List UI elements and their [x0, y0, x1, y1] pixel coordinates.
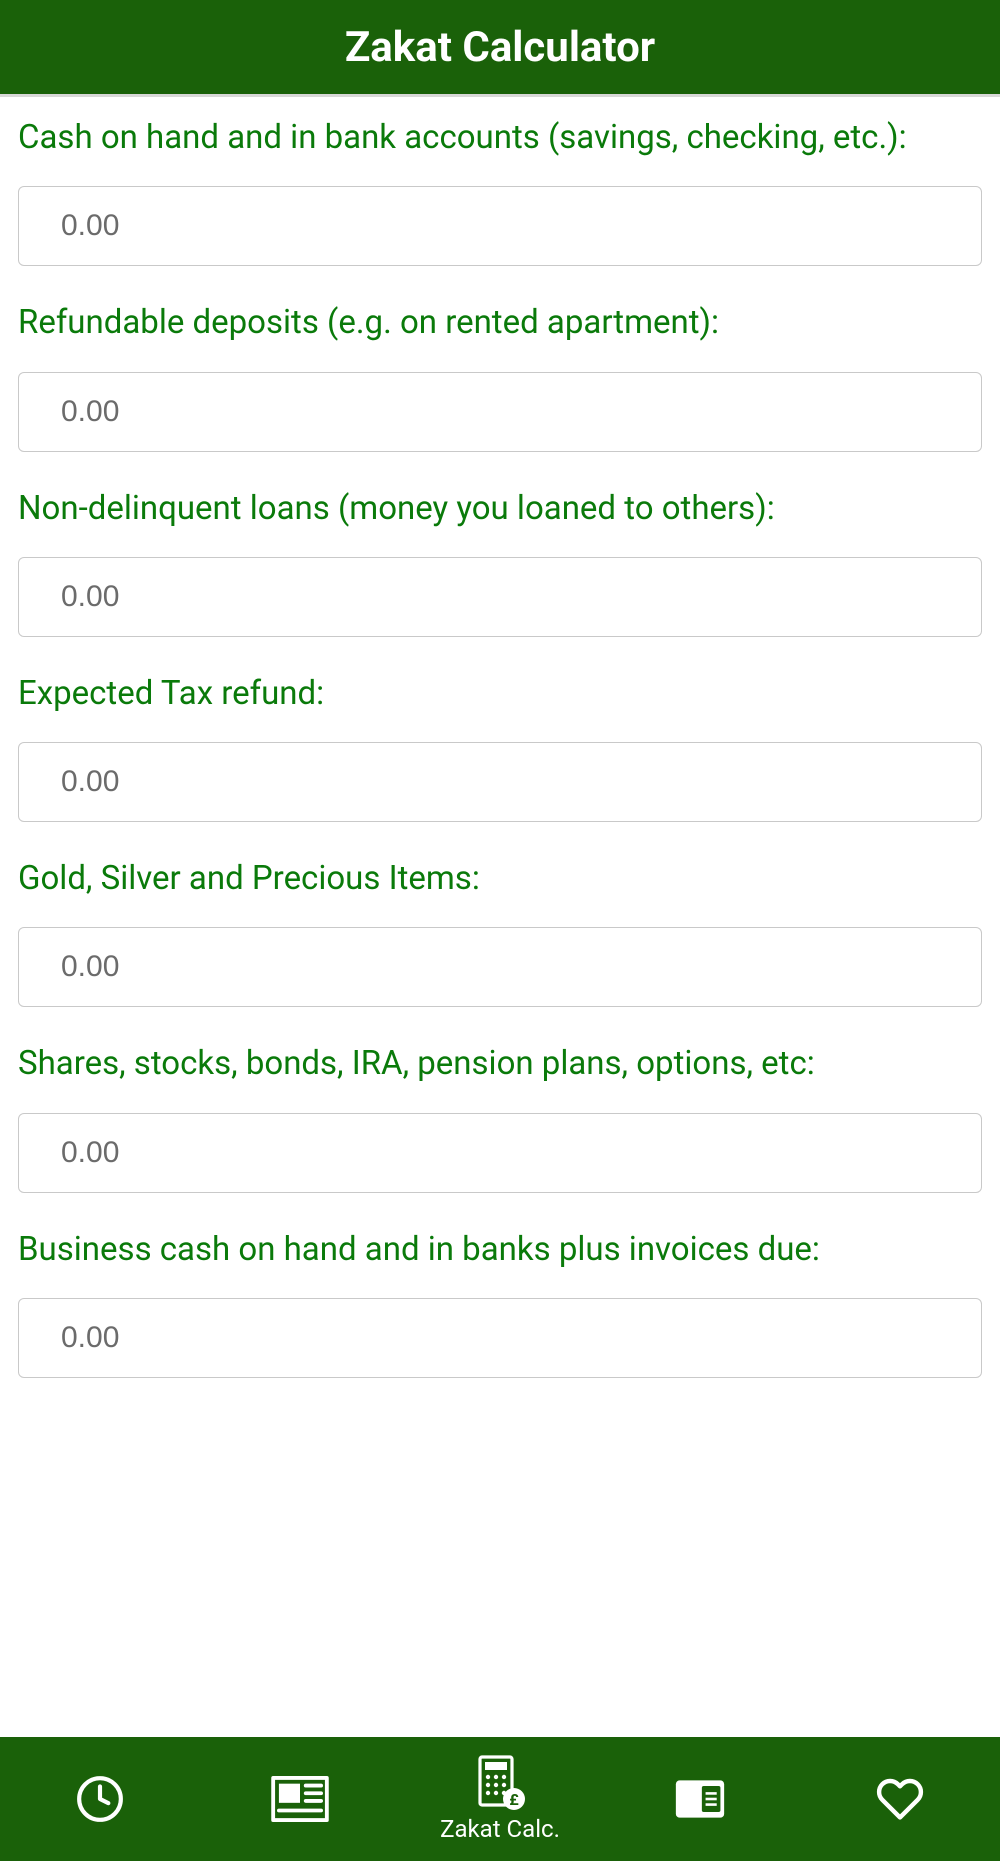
nav-item-clock[interactable]: [0, 1737, 200, 1861]
input-refundable-deposits[interactable]: [18, 372, 982, 452]
nav-item-news[interactable]: [200, 1737, 400, 1861]
news-icon: [271, 1776, 329, 1822]
page-title: Zakat Calculator: [345, 23, 655, 72]
nav-item-zakat-calc[interactable]: £ Zakat Calc.: [400, 1737, 600, 1861]
form-content: Cash on hand and in bank accounts (savin…: [0, 97, 1000, 1378]
input-gold-silver[interactable]: [18, 927, 982, 1007]
input-cash[interactable]: [18, 186, 982, 266]
book-icon: [674, 1778, 726, 1820]
bottom-nav: £ Zakat Calc.: [0, 1737, 1000, 1861]
label-gold-silver: Gold, Silver and Precious Items:: [18, 858, 982, 899]
app-header: Zakat Calculator: [0, 0, 1000, 97]
field-cash: Cash on hand and in bank accounts (savin…: [18, 117, 982, 266]
heart-icon: [874, 1775, 926, 1823]
input-loans[interactable]: [18, 557, 982, 637]
nav-label-zakat-calc: Zakat Calc.: [440, 1815, 560, 1843]
calculator-icon: £: [472, 1755, 528, 1811]
field-gold-silver: Gold, Silver and Precious Items:: [18, 858, 982, 1007]
label-refundable-deposits: Refundable deposits (e.g. on rented apar…: [18, 302, 982, 343]
clock-icon: [75, 1774, 125, 1824]
field-tax-refund: Expected Tax refund:: [18, 673, 982, 822]
label-shares: Shares, stocks, bonds, IRA, pension plan…: [18, 1043, 982, 1084]
field-refundable-deposits: Refundable deposits (e.g. on rented apar…: [18, 302, 982, 451]
input-tax-refund[interactable]: [18, 742, 982, 822]
field-loans: Non-delinquent loans (money you loaned t…: [18, 488, 982, 637]
label-loans: Non-delinquent loans (money you loaned t…: [18, 488, 982, 529]
nav-item-heart[interactable]: [800, 1737, 1000, 1861]
label-cash: Cash on hand and in bank accounts (savin…: [18, 117, 982, 158]
field-business-cash: Business cash on hand and in banks plus …: [18, 1229, 982, 1378]
nav-item-book[interactable]: [600, 1737, 800, 1861]
input-business-cash[interactable]: [18, 1298, 982, 1378]
svg-text:£: £: [509, 1790, 519, 1809]
input-shares[interactable]: [18, 1113, 982, 1193]
field-shares: Shares, stocks, bonds, IRA, pension plan…: [18, 1043, 982, 1192]
label-tax-refund: Expected Tax refund:: [18, 673, 982, 714]
label-business-cash: Business cash on hand and in banks plus …: [18, 1229, 982, 1270]
